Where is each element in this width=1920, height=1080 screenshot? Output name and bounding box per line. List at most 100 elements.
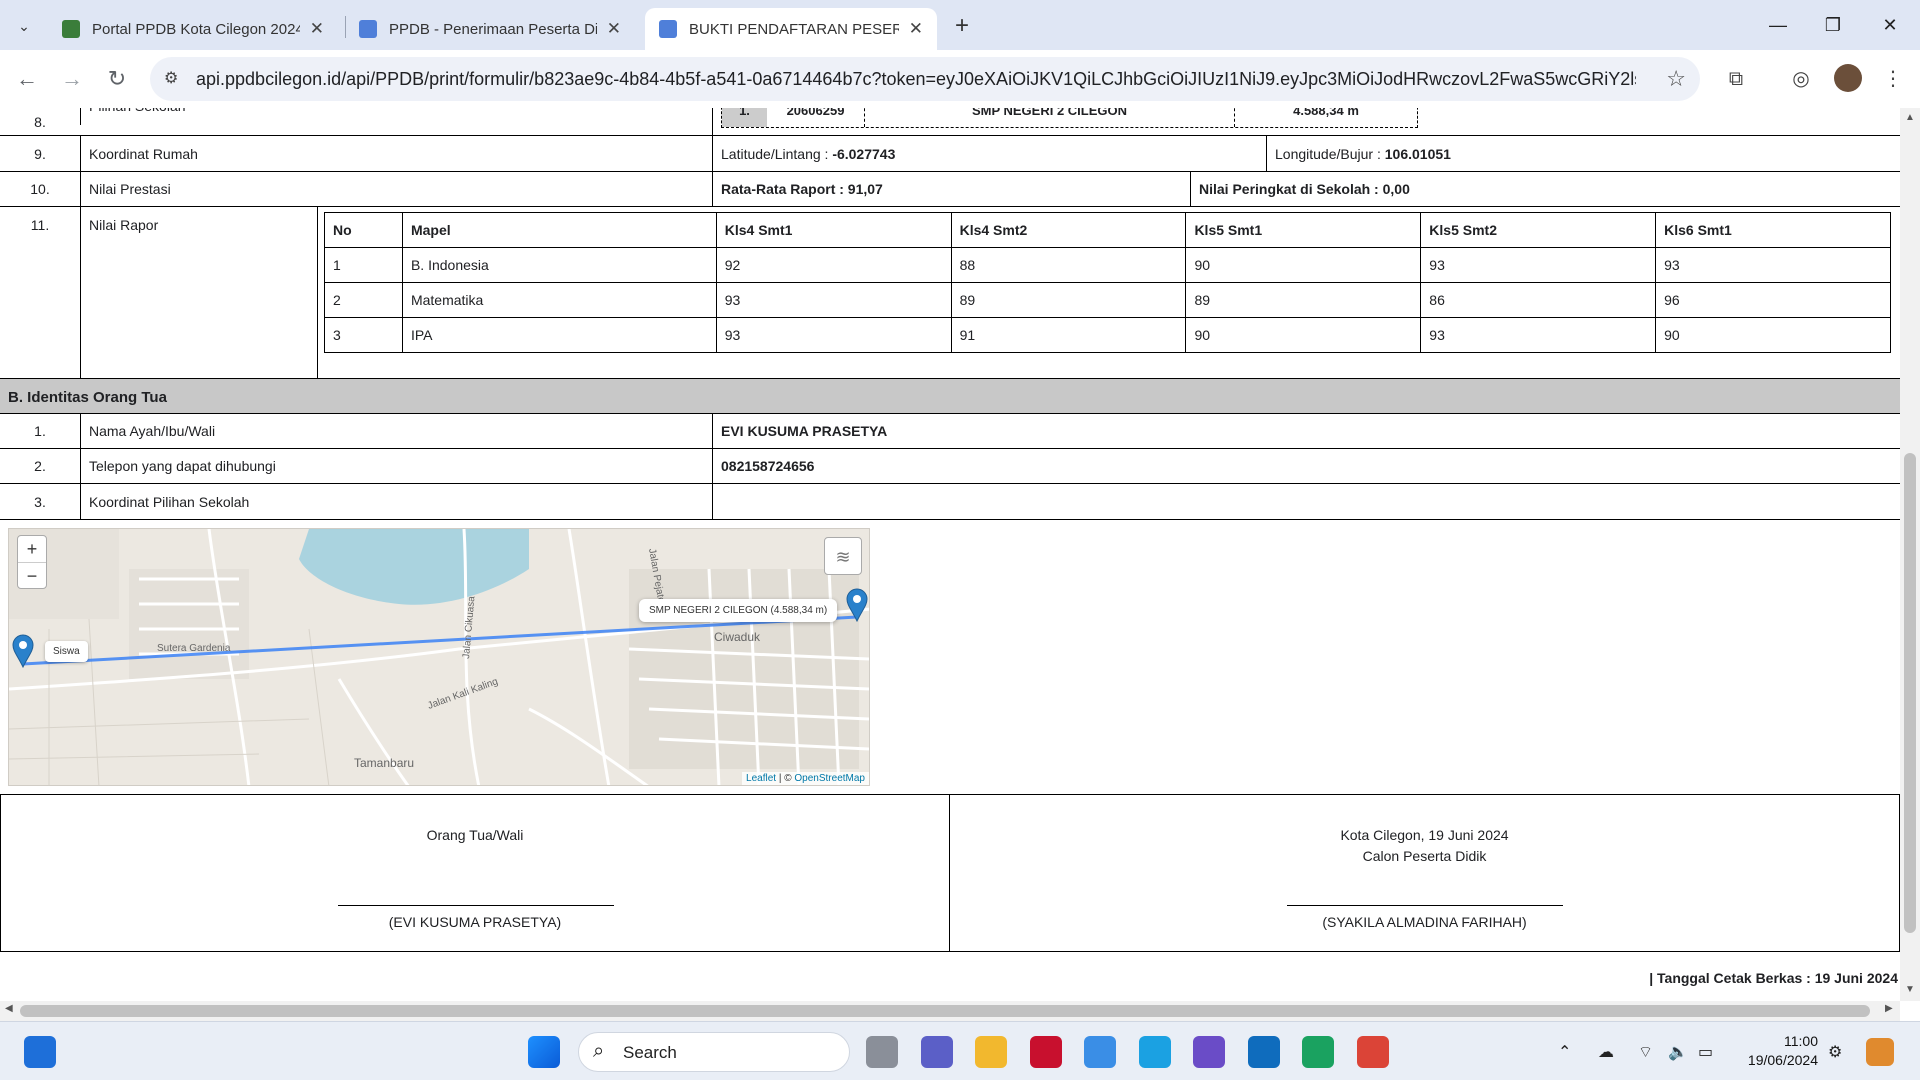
- volume-icon[interactable]: 🔈: [1668, 1042, 1688, 1062]
- profile-avatar[interactable]: [1834, 64, 1862, 92]
- bookmark-star-icon[interactable]: ☆: [1666, 66, 1686, 92]
- place-label: Ciwaduk: [714, 630, 761, 644]
- row-nilai-prestasi: 10. Nilai Prestasi Rata-Rata Raport : 91…: [0, 172, 1900, 207]
- cell-score: 89: [950, 282, 1187, 318]
- extensions-icon[interactable]: ⧉: [1723, 66, 1749, 92]
- pilihan-npsn: 20606259: [767, 108, 865, 127]
- cell-score: 92: [715, 247, 952, 283]
- signature-place-date: Kota Cilegon, 19 Juni 2024: [1340, 827, 1509, 843]
- cell-score: 90: [1655, 317, 1891, 353]
- teams-icon[interactable]: [921, 1036, 953, 1068]
- signature-name: (SYAKILA ALMADINA FARIHAH): [1322, 914, 1527, 930]
- outlook-icon[interactable]: [1248, 1036, 1280, 1068]
- tab-ppdb[interactable]: PPDB - Penerimaan Peserta Didik ✕: [345, 8, 635, 50]
- close-icon[interactable]: ✕: [310, 19, 324, 39]
- new-tab-button[interactable]: +: [948, 12, 976, 40]
- battery-icon[interactable]: ▭: [1698, 1042, 1713, 1062]
- scroll-thumb[interactable]: [1904, 453, 1916, 933]
- performance-icon[interactable]: ◎: [1788, 66, 1814, 92]
- chevron-up-icon[interactable]: ⌃: [1558, 1042, 1571, 1062]
- widgets-icon[interactable]: [24, 1036, 56, 1068]
- url-text[interactable]: api.ppdbcilegon.id/api/PPDB/print/formul…: [196, 69, 1636, 90]
- cell-score: 88: [950, 247, 1187, 283]
- file-explorer-icon[interactable]: [975, 1036, 1007, 1068]
- leaflet-link[interactable]: Leaflet: [746, 773, 776, 784]
- site-info-icon[interactable]: ⚙: [164, 68, 186, 90]
- school-popup: SMP NEGERI 2 CILEGON (4.588,34 m): [639, 599, 838, 622]
- help-icon[interactable]: [1139, 1036, 1171, 1068]
- latitude-label: Latitude/Lintang :: [721, 145, 829, 162]
- osm-link[interactable]: OpenStreetMap: [794, 773, 865, 784]
- clipchamp-icon[interactable]: [1193, 1036, 1225, 1068]
- forward-icon[interactable]: →: [57, 64, 87, 94]
- search-label: Search: [623, 1043, 677, 1062]
- cell-score: 93: [1420, 247, 1657, 283]
- cell-mapel: Matematika: [401, 282, 717, 318]
- edge-icon[interactable]: [1302, 1036, 1334, 1068]
- reload-icon[interactable]: ↻: [102, 64, 132, 94]
- back-icon[interactable]: ←: [12, 64, 42, 94]
- mcafee-icon[interactable]: [1030, 1036, 1062, 1068]
- browser-toolbar: ← → ↻ ⚙ api.ppdbcilegon.id/api/PPDB/prin…: [0, 50, 1920, 108]
- rata-rata-raport: Rata-Rata Raport : 91,07: [712, 172, 1190, 206]
- menu-icon[interactable]: ⋮: [1880, 66, 1906, 92]
- windows-taskbar: ⌕ Search ⌃ ☁ ⌔ 🔈 ▭ 11:00 19/06/2024 ⚙: [0, 1021, 1920, 1080]
- leaflet-map[interactable]: Sutera Gardenia Ciwaduk Tamanbaru Jalan …: [8, 528, 870, 786]
- zoom-out-button[interactable]: −: [18, 562, 46, 588]
- settings-icon[interactable]: ⚙: [1828, 1042, 1842, 1062]
- cell-score: 91: [950, 317, 1187, 353]
- chrome-icon[interactable]: [1357, 1036, 1389, 1068]
- row-number: 3.: [34, 493, 46, 510]
- scroll-right-icon[interactable]: ▶: [1885, 1003, 1893, 1014]
- vertical-scrollbar[interactable]: ▲ ▼: [1900, 108, 1920, 1001]
- scroll-up-icon[interactable]: ▲: [1900, 112, 1920, 123]
- table-row: 1 B. Indonesia 92 88 90 93 93: [324, 247, 1891, 283]
- place-label: Sutera Gardenia: [157, 643, 231, 654]
- row-value: 082158724656: [712, 449, 1900, 483]
- student-label: Siswa: [45, 641, 88, 662]
- scroll-down-icon[interactable]: ▼: [1900, 984, 1920, 995]
- restore-button[interactable]: ❐: [1813, 10, 1853, 40]
- cell-score: 93: [1420, 317, 1657, 353]
- scroll-left-icon[interactable]: ◀: [5, 1003, 13, 1014]
- taskbar-search[interactable]: ⌕ Search: [578, 1032, 850, 1072]
- close-icon[interactable]: ✕: [909, 19, 923, 39]
- tab-search-button[interactable]: ⌄: [10, 12, 38, 40]
- start-icon[interactable]: [528, 1036, 560, 1068]
- address-bar[interactable]: ⚙ api.ppdbcilegon.id/api/PPDB/print/form…: [150, 57, 1700, 101]
- row-koordinat-rumah: 9. Koordinat Rumah Latitude/Lintang : -6…: [0, 136, 1900, 172]
- water-body: [299, 529, 529, 605]
- layers-icon[interactable]: ≋: [824, 537, 862, 575]
- close-window-button[interactable]: ✕: [1870, 10, 1910, 40]
- cell-score: 93: [1655, 247, 1891, 283]
- row-label: Nilai Prestasi: [80, 172, 712, 206]
- table-row: 2 Matematika 93 89 89 86 96: [324, 282, 1891, 318]
- wifi-icon[interactable]: ⌔: [1638, 1042, 1653, 1062]
- row-label: Koordinat Rumah: [80, 136, 712, 171]
- signature-left: Orang Tua/Wali (EVI KUSUMA PRASETYA): [0, 794, 950, 952]
- signature-caption: Calon Peserta Didik: [1362, 848, 1487, 864]
- cell-score: 96: [1655, 282, 1891, 318]
- signature-right: Kota Cilegon, 19 Juni 2024 Calon Peserta…: [949, 794, 1900, 952]
- scroll-thumb[interactable]: [20, 1005, 1870, 1017]
- map-attribution: Leaflet | © OpenStreetMap: [742, 772, 869, 785]
- row-number: 10.: [30, 181, 50, 197]
- header-no: No: [324, 212, 403, 248]
- tab-bukti-pendaftaran[interactable]: BUKTI PENDAFTARAN PESERTA ✕: [645, 8, 937, 50]
- task-view-icon[interactable]: [866, 1036, 898, 1068]
- close-icon[interactable]: ✕: [607, 19, 621, 39]
- row-label: Nilai Rapor: [80, 207, 317, 378]
- tab-portal-ppdb[interactable]: Portal PPDB Kota Cilegon 2024 ✕: [48, 8, 338, 50]
- row-label: Koordinat Pilihan Sekolah: [80, 484, 712, 519]
- horizontal-scrollbar[interactable]: ◀ ▶: [0, 1001, 1900, 1021]
- header-kls6-smt1: Kls6 Smt1: [1655, 212, 1891, 248]
- copilot-icon[interactable]: [1866, 1038, 1894, 1066]
- zoom-in-button[interactable]: +: [18, 536, 46, 562]
- microsoft-store-icon[interactable]: [1084, 1036, 1116, 1068]
- minimize-button[interactable]: —: [1758, 10, 1798, 40]
- pilihan-school-name: SMP NEGERI 2 CILEGON: [865, 108, 1235, 127]
- onedrive-icon[interactable]: ☁: [1598, 1042, 1614, 1062]
- row-nama-wali: 1. Nama Ayah/Ibu/Wali EVI KUSUMA PRASETY…: [0, 414, 1900, 449]
- taskbar-clock[interactable]: 11:00 19/06/2024: [1738, 1032, 1818, 1070]
- cell-score: 93: [715, 282, 952, 318]
